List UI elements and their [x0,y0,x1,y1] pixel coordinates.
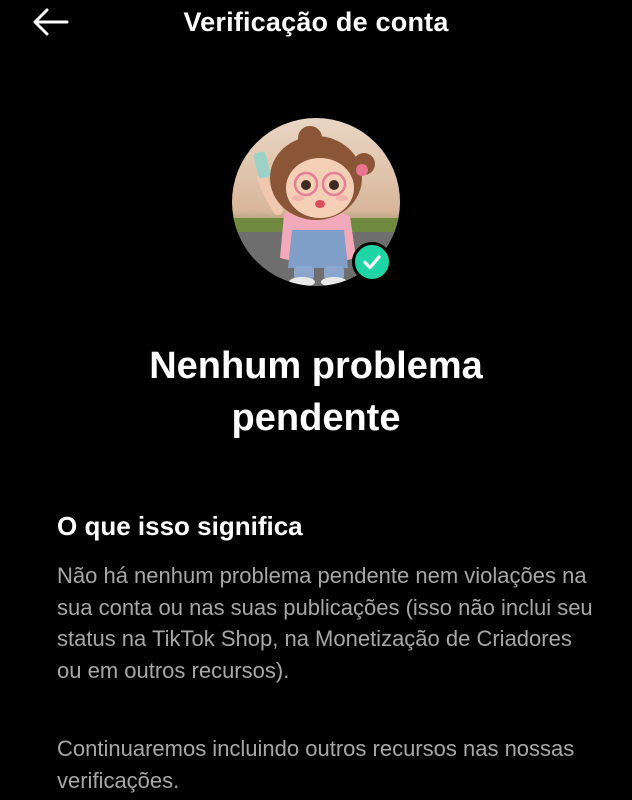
verified-badge [352,242,392,282]
section-heading: O que isso significa [57,511,303,541]
profile-avatar-container [232,118,400,286]
check-circle-icon [363,255,381,270]
status-title: Nenhum problema pendente [149,345,483,439]
info-paragraph-1: Não há nenhum problema pendente nem viol… [57,563,593,683]
info-paragraph-2: Continuaremos incluindo outros recursos … [57,736,575,793]
top-bar: Verificação de conta [0,0,632,48]
page-title: Verificação de conta [183,7,449,37]
